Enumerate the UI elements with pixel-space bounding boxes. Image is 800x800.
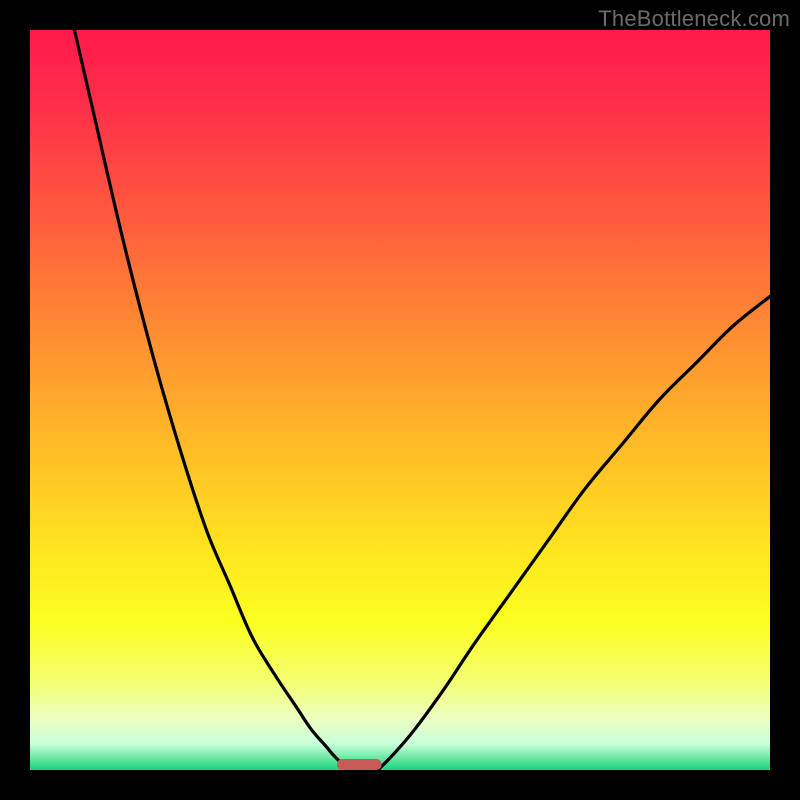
chart-frame: TheBottleneck.com [0, 0, 800, 800]
bottleneck-marker [337, 759, 381, 770]
watermark-text: TheBottleneck.com [598, 6, 790, 32]
bottleneck-chart [30, 30, 770, 770]
